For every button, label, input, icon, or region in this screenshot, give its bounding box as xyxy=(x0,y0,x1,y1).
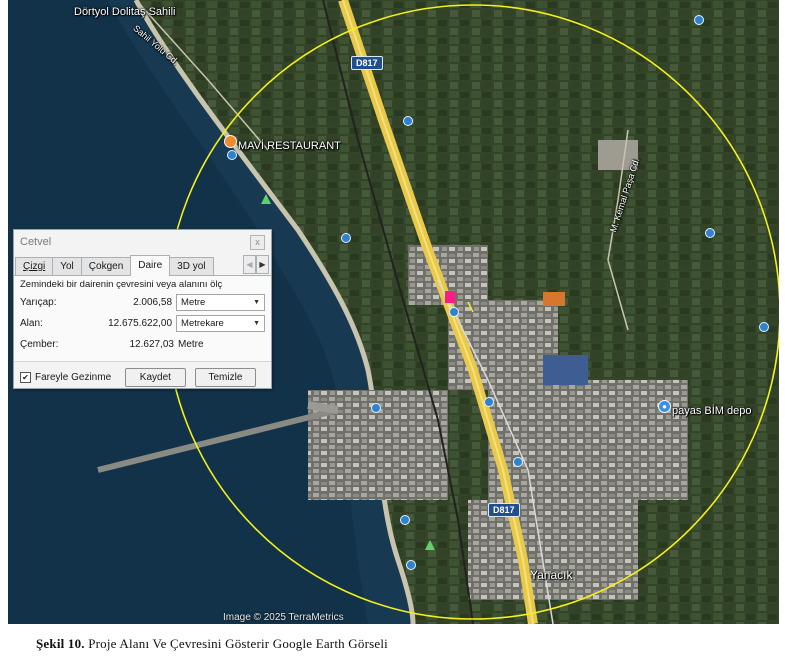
circumference-row: Çember: 12.627,03 Metre xyxy=(20,334,265,355)
figure-caption: Şekil 10. Proje Alanı Ve Çevresini Göste… xyxy=(36,636,388,652)
tab-cizgi[interactable]: Çizgi xyxy=(15,257,54,275)
clear-button[interactable]: Temizle xyxy=(194,367,256,387)
area-unit: Metrekare xyxy=(181,318,224,329)
place-pin-icon[interactable] xyxy=(449,307,459,317)
place-label-dortyol: Dörtyol Dolitaş Sahili xyxy=(74,6,176,18)
checkmark-icon[interactable]: ✔ xyxy=(20,371,31,383)
park-icon[interactable] xyxy=(425,540,435,550)
park-icon[interactable] xyxy=(261,194,271,204)
place-pin-icon[interactable] xyxy=(371,403,381,413)
tab-cokgen[interactable]: Çokgen xyxy=(80,257,132,275)
radius-unit: Metre xyxy=(181,297,206,308)
place-pin-icon[interactable] xyxy=(403,116,413,126)
place-label-mavi-restaurant[interactable]: MAVİ RESTAURANT xyxy=(238,140,341,152)
chevron-down-icon: ▼ xyxy=(253,320,260,327)
place-pin-icon[interactable] xyxy=(694,15,704,25)
tab-label: 3D yol xyxy=(177,261,206,272)
place-pin-icon[interactable] xyxy=(484,397,494,407)
ruler-dialog[interactable]: Cetvel x Çizgi Yol Çokgen Daire 3D yol ◀… xyxy=(13,229,272,389)
road-shield-d817-north: D817 xyxy=(351,56,383,70)
mouse-nav-label: Fareyle Gezinme xyxy=(35,371,112,383)
road-shield-d817-south: D817 xyxy=(488,503,520,517)
ruler-titlebar[interactable]: Cetvel x xyxy=(14,230,271,254)
close-icon[interactable]: x xyxy=(250,234,265,250)
tab-3d-yol[interactable]: 3D yol xyxy=(169,257,214,275)
area-value: 12.675.622,00 xyxy=(108,318,173,329)
ruler-footer: ✔ Fareyle Gezinme Kaydet Temizle xyxy=(14,362,271,392)
radius-unit-select[interactable]: Metre ▼ xyxy=(176,294,265,311)
ruler-title: Cetvel xyxy=(20,236,52,248)
place-pin-icon[interactable] xyxy=(341,233,351,243)
radius-value: 2.006,58 xyxy=(133,297,173,308)
tab-label: Yol xyxy=(60,261,74,272)
place-pin-icon[interactable] xyxy=(759,322,769,332)
imagery-credit: Image © 2025 TerraMetrics xyxy=(223,612,344,623)
save-button[interactable]: Kaydet xyxy=(124,367,186,387)
area-label: Alan: xyxy=(20,318,43,329)
area-unit-select[interactable]: Metrekare ▼ xyxy=(176,315,265,332)
chevron-left-icon[interactable]: ◀ xyxy=(243,255,256,274)
chevron-right-icon[interactable]: ▶ xyxy=(256,255,269,274)
tab-daire[interactable]: Daire xyxy=(130,255,171,276)
place-label-payas-bim[interactable]: payas BİM depo xyxy=(672,405,752,417)
ruler-description: Zemindeki bir dairenin çevresini veya al… xyxy=(20,279,223,290)
place-pin-icon[interactable] xyxy=(406,560,416,570)
circumference-value: 12.627,03 xyxy=(129,339,175,350)
place-label-yanacik[interactable]: Yanacık xyxy=(530,568,572,582)
place-pin-icon[interactable] xyxy=(705,228,715,238)
restaurant-icon[interactable] xyxy=(224,135,237,148)
caption-prefix: Şekil 10. xyxy=(36,636,85,651)
area-row: Alan: 12.675.622,00 Metrekare ▼ xyxy=(20,313,265,334)
place-pin-icon[interactable] xyxy=(513,457,523,467)
tab-yol[interactable]: Yol xyxy=(52,257,82,275)
tab-label: Daire xyxy=(138,260,163,271)
tab-label: Çizgi xyxy=(23,261,46,272)
place-pin-icon[interactable] xyxy=(227,150,237,160)
shop-pin-icon[interactable]: ● xyxy=(658,400,671,413)
radius-label: Yarıçap: xyxy=(20,297,57,308)
caption-text: Proje Alanı Ve Çevresini Gösterir Google… xyxy=(84,636,388,651)
tab-scroll-arrows: ◀ ▶ xyxy=(243,255,269,274)
chevron-down-icon: ▼ xyxy=(253,299,260,306)
mouse-nav-checkbox[interactable]: ✔ Fareyle Gezinme xyxy=(20,371,125,383)
ruler-body: Zemindeki bir dairenin çevresini veya al… xyxy=(14,276,271,362)
ruler-tabs: Çizgi Yol Çokgen Daire 3D yol ◀ ▶ xyxy=(14,254,271,276)
circumference-label: Çember: xyxy=(20,339,59,350)
tab-label: Çokgen xyxy=(88,261,124,272)
circumference-unit: Metre xyxy=(178,339,204,350)
radius-row: Yarıçap: 2.006,58 Metre ▼ xyxy=(20,292,265,313)
place-pin-icon[interactable] xyxy=(400,515,410,525)
